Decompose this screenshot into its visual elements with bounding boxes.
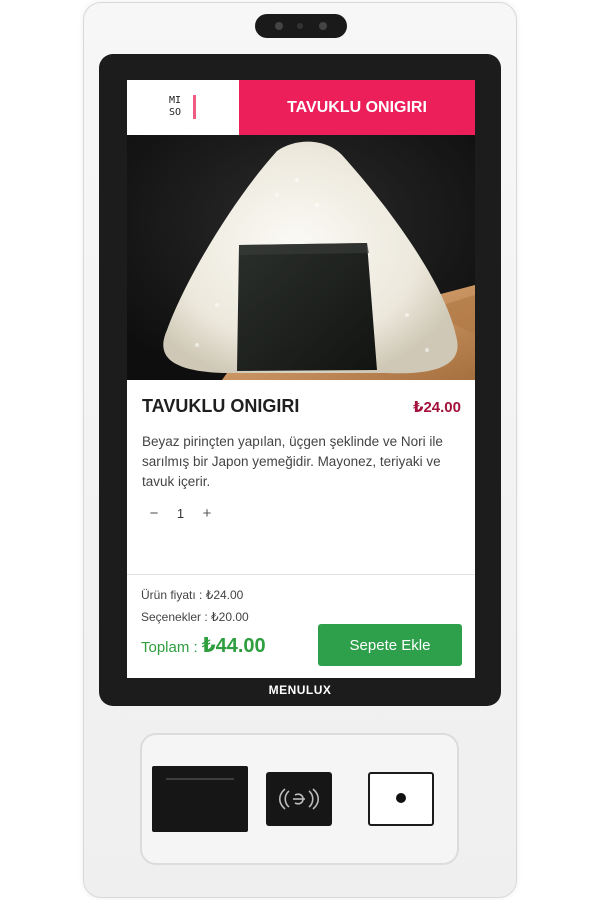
total-price: Toplam : ₺44.00 — [141, 633, 266, 658]
increment-button[interactable]: + — [198, 504, 216, 522]
device-brand: MENULUX — [268, 683, 332, 697]
product-description: Beyaz pirinçten yapılan, üçgen şeklinde … — [142, 434, 443, 489]
total-value: ₺44.00 — [201, 635, 266, 657]
divider — [127, 574, 475, 575]
page-title: TAVUKLU ONIGIRI — [239, 80, 475, 135]
product-image — [127, 135, 475, 380]
onigiri-image — [127, 135, 475, 380]
qr-scanner-icon[interactable] — [368, 772, 434, 826]
product-name: TAVUKLU ONIGIRI — [142, 396, 300, 416]
product-price: ₺24.00 — [413, 399, 461, 416]
logo: MI SO — [169, 95, 199, 121]
camera-icon — [255, 14, 347, 38]
kiosk-screen: MI SO TAVUKLU ONIGIRI TAVUKLU ONIGIRI ₺2… — [127, 80, 475, 678]
add-to-cart-button[interactable]: Sepete Ekle — [318, 624, 462, 666]
total-label: Toplam : — [141, 639, 198, 656]
contactless-icon[interactable] — [266, 772, 332, 826]
logo-box: MI SO — [127, 80, 239, 135]
quantity-value: 1 — [176, 505, 185, 521]
header: MI SO TAVUKLU ONIGIRI — [127, 80, 475, 135]
receipt-printer-icon — [152, 766, 248, 832]
options-price-line: Seçenekler : ₺20.00 — [141, 610, 249, 624]
decrement-button[interactable]: − — [145, 504, 163, 522]
quantity-stepper: − 1 + — [145, 504, 216, 522]
item-price-line: Ürün fiyatı : ₺24.00 — [141, 588, 244, 602]
